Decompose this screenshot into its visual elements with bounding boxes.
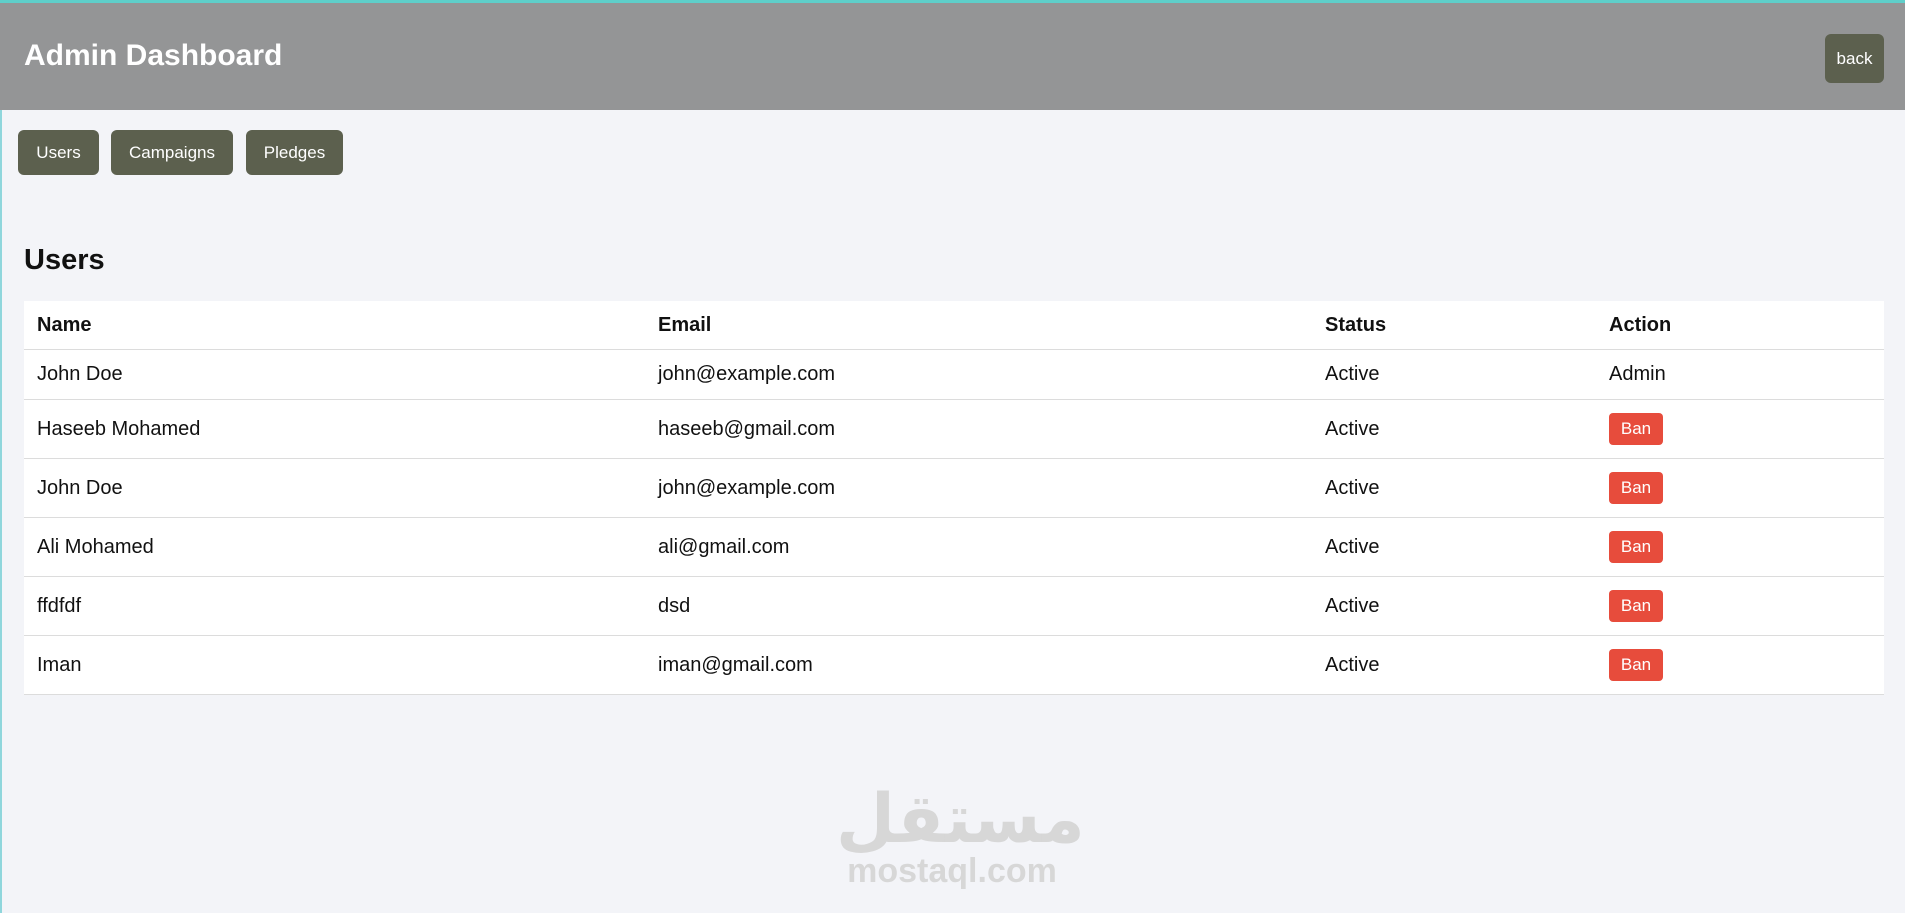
tab-campaigns[interactable]: Campaigns: [111, 130, 233, 175]
action-cell: Ban: [1609, 636, 1663, 694]
tab-pledges[interactable]: Pledges: [246, 130, 343, 175]
left-accent-strip: [0, 110, 2, 913]
ban-button[interactable]: Ban: [1609, 472, 1663, 504]
user-status: Active: [1325, 363, 1380, 385]
user-email: dsd: [658, 594, 691, 617]
user-name: Ali Mohamed: [37, 535, 154, 558]
user-email: ali@gmail.com: [658, 535, 790, 558]
admin-label: Admin: [1609, 363, 1666, 385]
column-header-email: Email: [658, 313, 712, 336]
watermark-arabic-text: مستقل: [836, 780, 1085, 859]
user-name: John Doe: [37, 476, 123, 499]
table-row: John Doe john@example.com Active Admin: [24, 350, 1884, 400]
user-status: Active: [1325, 535, 1380, 558]
table-row: Haseeb Mohamed haseeb@gmail.com Active B…: [24, 400, 1884, 459]
ban-button[interactable]: Ban: [1609, 590, 1663, 622]
user-name: ffdfdf: [37, 594, 82, 617]
ban-button[interactable]: Ban: [1609, 413, 1663, 445]
user-status: Active: [1325, 476, 1380, 499]
user-email: john@example.com: [658, 363, 836, 385]
watermark-latin-text: mostaql.com: [847, 852, 1057, 890]
user-status: Active: [1325, 594, 1380, 617]
page-title: Admin Dashboard: [24, 39, 283, 72]
table-header-row: Name Email Status Action: [24, 301, 1884, 350]
section-title: Users: [24, 244, 105, 276]
table-row: Ali Mohamed ali@gmail.com Active Ban: [24, 518, 1884, 577]
watermark-logo: مستقل mostaql.com: [836, 780, 1085, 890]
header-bar: Admin Dashboard back: [0, 3, 1905, 110]
user-email: haseeb@gmail.com: [658, 417, 836, 440]
action-cell: Ban: [1609, 459, 1663, 517]
ban-button[interactable]: Ban: [1609, 649, 1663, 681]
action-cell: Ban: [1609, 577, 1663, 635]
back-button[interactable]: back: [1825, 34, 1884, 83]
table-row: John Doe john@example.com Active Ban: [24, 459, 1884, 518]
column-header-status: Status: [1325, 313, 1387, 336]
user-email: john@example.com: [658, 476, 836, 499]
users-table: Name Email Status Action John Doe john@e…: [24, 301, 1884, 695]
user-name: Iman: [37, 653, 82, 676]
column-header-name: Name: [37, 313, 92, 336]
action-cell: Ban: [1609, 518, 1663, 576]
user-status: Active: [1325, 417, 1380, 440]
tab-users[interactable]: Users: [18, 130, 99, 175]
action-cell: Ban: [1609, 400, 1663, 458]
table-row: ffdfdf dsd Active Ban: [24, 577, 1884, 636]
column-header-action: Action: [1609, 313, 1672, 336]
user-status: Active: [1325, 653, 1380, 676]
user-name: Haseeb Mohamed: [37, 417, 201, 440]
ban-button[interactable]: Ban: [1609, 531, 1663, 563]
table-row: Iman iman@gmail.com Active Ban: [24, 636, 1884, 695]
user-name: John Doe: [37, 363, 123, 385]
user-email: iman@gmail.com: [658, 653, 813, 676]
